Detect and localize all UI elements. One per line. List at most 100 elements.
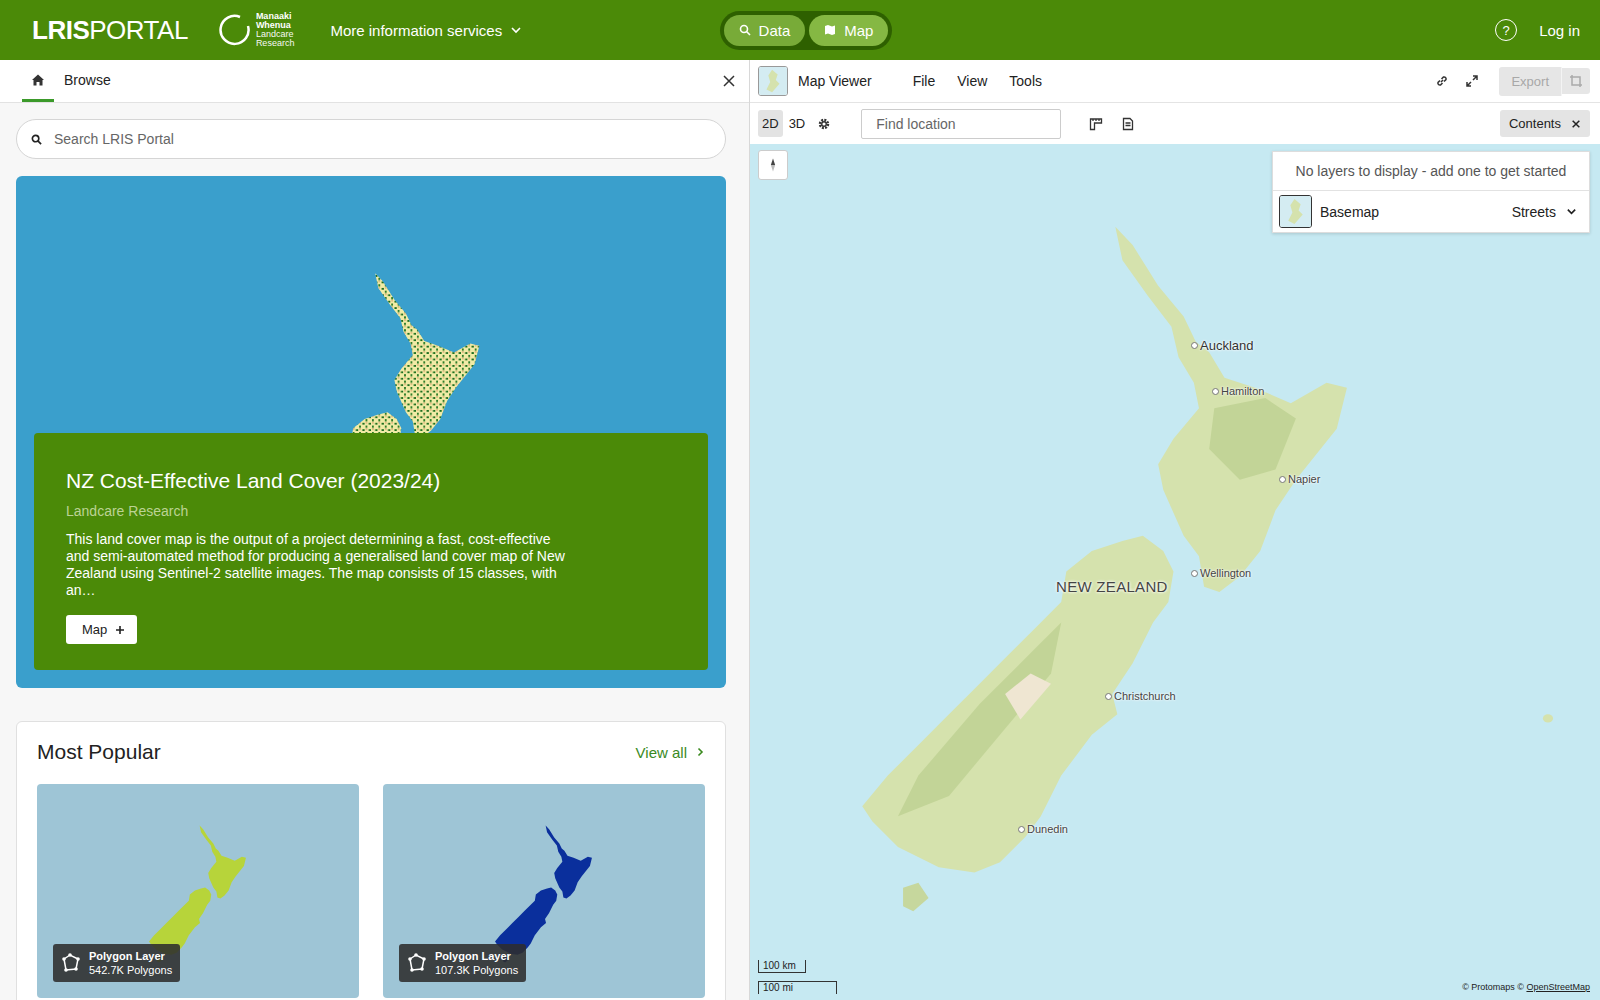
city-dot: [1212, 388, 1219, 395]
share-link-button[interactable]: [1427, 67, 1457, 95]
browse-content: Search LRIS Portal NZ Cost-Effective Lan…: [0, 103, 749, 1000]
ruler-icon: [1089, 117, 1103, 131]
login-link[interactable]: Log in: [1539, 22, 1580, 39]
settings-button[interactable]: [811, 110, 837, 138]
attribution: © Protomaps © OpenStreetMap: [1462, 982, 1590, 992]
empty-layers-message: No layers to display - add one to get st…: [1273, 152, 1589, 191]
gear-icon: [817, 117, 831, 131]
close-panel-button[interactable]: [709, 60, 749, 102]
city-pin[interactable]: Dunedin: [1018, 823, 1068, 835]
city-pin[interactable]: Hamilton: [1212, 385, 1264, 397]
ring-icon: [218, 13, 252, 47]
search-field[interactable]: Search LRIS Portal: [16, 119, 726, 159]
scale-mi: 100 mi: [758, 981, 837, 994]
home-icon: [31, 73, 45, 87]
measure-button[interactable]: [1081, 110, 1111, 138]
top-bar: LRISPORTAL ManaakiWhenuaLandcareResearch…: [0, 0, 1600, 60]
osm-link[interactable]: OpenStreetMap: [1526, 982, 1590, 992]
contents-panel: No layers to display - add one to get st…: [1272, 151, 1590, 233]
featured-description: This land cover map is the output of a p…: [66, 531, 571, 599]
home-tab[interactable]: [22, 60, 54, 102]
city-dot: [1105, 693, 1112, 700]
city-pin[interactable]: Napier: [1279, 473, 1320, 485]
basemap-row[interactable]: Basemap Streets: [1273, 191, 1589, 232]
help-button[interactable]: ?: [1495, 19, 1517, 41]
search-icon: [31, 134, 42, 145]
layer-badge: Polygon Layer 107.3K Polygons: [399, 944, 526, 982]
mode-switch: Data Map: [720, 11, 893, 50]
city-dot: [1191, 342, 1198, 349]
layer-preview: [148, 824, 248, 963]
basemap-select[interactable]: Streets: [1512, 204, 1577, 220]
menu-bar: FileViewTools: [902, 73, 1053, 89]
expand-icon: [1465, 74, 1479, 88]
map-icon: [824, 24, 836, 36]
basemap-thumbnail-icon: [758, 66, 788, 96]
city-pin[interactable]: Christchurch: [1105, 690, 1176, 702]
city-pin[interactable]: Wellington: [1191, 567, 1251, 579]
scale-km: 100 km: [758, 960, 806, 973]
crop-button[interactable]: [1562, 68, 1590, 94]
document-icon: [1121, 117, 1135, 131]
city-dot: [1279, 476, 1286, 483]
layer-badge: Polygon Layer 542.7K Polygons: [53, 944, 180, 982]
crop-icon: [1569, 74, 1583, 88]
menu-item[interactable]: View: [946, 73, 998, 89]
mode-button[interactable]: Data: [724, 15, 806, 46]
find-location-field[interactable]: Find location: [861, 109, 1061, 139]
city-pin[interactable]: Auckland: [1191, 338, 1253, 353]
view-mode-button[interactable]: 3D: [785, 110, 810, 137]
land-cover-thumbnail: [259, 270, 484, 433]
more-services-menu[interactable]: More information services: [330, 22, 522, 39]
contents-button[interactable]: Contents: [1500, 110, 1590, 137]
featured-card[interactable]: NZ Cost-Effective Land Cover (2023/24) L…: [16, 176, 726, 688]
compass-button[interactable]: [758, 150, 788, 180]
map-canvas[interactable]: NEW ZEALAND Auckland Hamilton Napier Wel…: [750, 144, 1600, 1000]
search-icon: [739, 24, 751, 36]
featured-title[interactable]: NZ Cost-Effective Land Cover (2023/24): [66, 469, 676, 493]
portal-logo[interactable]: LRISPORTAL: [32, 15, 188, 46]
popular-list: Polygon Layer 542.7K Polygons Polygon La…: [37, 784, 705, 998]
most-popular-card: Most Popular View all Polygon Layer 542.…: [16, 721, 726, 1000]
close-icon: [1571, 119, 1581, 129]
menu-item[interactable]: File: [902, 73, 947, 89]
land-shapes: [750, 144, 1600, 1000]
print-button[interactable]: [1113, 110, 1143, 138]
map-viewer-title: Map Viewer: [798, 73, 872, 89]
featured-preview: [16, 176, 726, 433]
plus-icon: [115, 625, 125, 635]
viewer-actions: Export: [1427, 67, 1590, 96]
most-popular-title: Most Popular: [37, 740, 161, 764]
chevron-down-icon: [510, 24, 522, 36]
polygon-icon: [407, 953, 427, 973]
mode-button[interactable]: Map: [809, 15, 888, 46]
scale-bar: 100 km 100 mi: [758, 960, 837, 994]
export-button[interactable]: Export: [1499, 67, 1562, 96]
tab-bar: Browse: [0, 60, 749, 103]
add-to-map-button[interactable]: Map: [66, 615, 137, 644]
layer-thumbnail[interactable]: Polygon Layer 107.3K Polygons: [383, 784, 705, 998]
map-viewer: Map Viewer FileViewTools Export 2D3D Fin…: [750, 60, 1600, 1000]
view-mode-button[interactable]: 2D: [758, 110, 783, 137]
featured-organisation: Landcare Research: [66, 503, 676, 519]
map-toolbar: 2D3D Find location Contents: [750, 103, 1600, 144]
polygon-icon: [61, 953, 81, 973]
country-label: NEW ZEALAND: [1056, 578, 1168, 595]
main: Browse Search LRIS Portal NZ Cost-Effect…: [0, 60, 1600, 1000]
close-icon: [723, 75, 735, 87]
link-icon: [1435, 74, 1449, 88]
city-dot: [1018, 826, 1025, 833]
city-dot: [1191, 570, 1198, 577]
browse-tab[interactable]: Browse: [54, 60, 121, 102]
browse-panel: Browse Search LRIS Portal NZ Cost-Effect…: [0, 60, 750, 1000]
chevron-down-icon: [1566, 206, 1577, 217]
chevron-right-icon: [695, 747, 705, 757]
layer-thumbnail[interactable]: Polygon Layer 542.7K Polygons: [37, 784, 359, 998]
partner-logo[interactable]: ManaakiWhenuaLandcareResearch: [218, 12, 295, 48]
basemap-thumbnail-icon: [1279, 195, 1312, 228]
menu-item[interactable]: Tools: [998, 73, 1053, 89]
fullscreen-button[interactable]: [1457, 67, 1487, 95]
map-viewer-header: Map Viewer FileViewTools Export: [750, 60, 1600, 103]
featured-info: NZ Cost-Effective Land Cover (2023/24) L…: [34, 433, 708, 670]
view-all-link[interactable]: View all: [636, 744, 705, 761]
